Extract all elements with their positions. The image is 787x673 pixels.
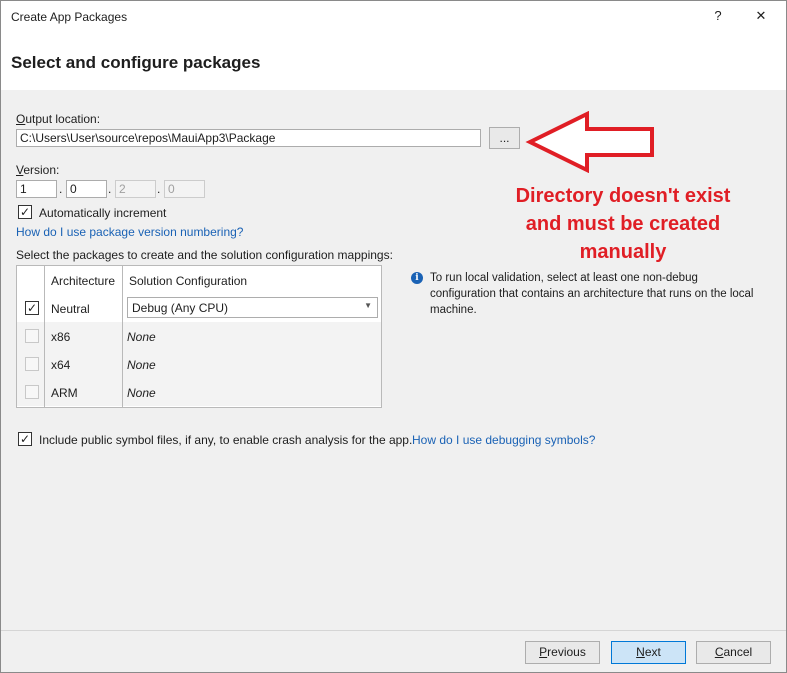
annotation-line: Directory doesn't exist xyxy=(515,185,731,207)
packages-label: Select the packages to create and the so… xyxy=(16,248,393,262)
help-icon[interactable]: ? xyxy=(703,5,733,27)
grid-divider xyxy=(122,266,123,407)
annotation-callout: Directory doesn't exist and must be crea… xyxy=(485,182,761,266)
include-symbols-checkbox[interactable]: ✓ xyxy=(18,432,32,446)
version-separator: . xyxy=(157,182,161,196)
version-label: Version: xyxy=(16,163,60,177)
version-revision-input: 0 xyxy=(164,180,205,198)
title-bar: Create App Packages ? ✕ xyxy=(1,1,786,32)
chevron-down-icon: ▼ xyxy=(364,301,372,310)
row-checkbox[interactable] xyxy=(25,357,39,371)
table-row: x86 None xyxy=(17,322,381,351)
auto-increment-checkbox[interactable]: ✓ xyxy=(18,205,32,219)
create-app-packages-dialog: Create App Packages ? ✕ Select and confi… xyxy=(0,0,787,673)
output-location-label: Output location: xyxy=(16,112,101,126)
previous-button[interactable]: Previous xyxy=(525,641,600,664)
auto-increment-label: Automatically increment xyxy=(39,206,167,220)
version-major-input[interactable]: 1 xyxy=(16,180,57,198)
next-button[interactable]: Next xyxy=(611,641,686,664)
content-area: Output location: C:\Users\User\source\re… xyxy=(1,90,786,630)
configuration-cell: None xyxy=(127,358,156,372)
column-header-architecture: Architecture xyxy=(51,274,116,288)
table-row: ✓ Neutral Debug (Any CPU) ▼ xyxy=(17,294,381,323)
configuration-cell: None xyxy=(127,386,156,400)
version-separator: . xyxy=(108,182,112,196)
configuration-cell: None xyxy=(127,330,156,344)
table-row: ARM None xyxy=(17,378,381,406)
grid-header-row: Architecture Solution Configuration xyxy=(17,266,381,295)
table-row: x64 None xyxy=(17,350,381,379)
row-checkbox[interactable] xyxy=(25,385,39,399)
page-title: Select and configure packages xyxy=(11,53,261,72)
row-checkbox[interactable]: ✓ xyxy=(25,301,39,315)
annotation-line: manually xyxy=(579,241,667,263)
architecture-cell: ARM xyxy=(51,386,78,400)
version-build-input: 2 xyxy=(115,180,156,198)
architecture-cell: x86 xyxy=(51,330,71,344)
architecture-cell: x64 xyxy=(51,358,71,372)
column-header-solution-configuration: Solution Configuration xyxy=(129,274,248,288)
cancel-button[interactable]: Cancel xyxy=(696,641,771,664)
debugging-symbols-help-link[interactable]: How do I use debugging symbols? xyxy=(412,433,595,447)
close-icon[interactable]: ✕ xyxy=(746,5,776,27)
window-title: Create App Packages xyxy=(11,10,128,24)
architecture-cell: Neutral xyxy=(51,302,90,316)
info-message: To run local validation, select at least… xyxy=(430,272,754,316)
arrow-left-icon xyxy=(525,111,654,173)
include-symbols-label: Include public symbol files, if any, to … xyxy=(39,433,413,447)
annotation-line: and must be created xyxy=(525,213,721,235)
row-checkbox[interactable] xyxy=(25,329,39,343)
packages-grid: Architecture Solution Configuration ✓ Ne… xyxy=(16,265,382,408)
info-icon: i xyxy=(411,272,423,284)
version-minor-input[interactable]: 0 xyxy=(66,180,107,198)
version-numbering-help-link[interactable]: How do I use package version numbering? xyxy=(16,225,243,239)
dropdown-value: Debug (Any CPU) xyxy=(132,301,229,315)
dialog-footer: Previous Next Cancel xyxy=(1,630,786,672)
grid-divider xyxy=(44,266,45,407)
browse-button[interactable]: ... xyxy=(489,127,520,149)
page-header: Select and configure packages xyxy=(1,32,786,90)
version-separator: . xyxy=(59,182,63,196)
solution-configuration-dropdown[interactable]: Debug (Any CPU) ▼ xyxy=(127,297,378,318)
output-location-input[interactable]: C:\Users\User\source\repos\MauiApp3\Pack… xyxy=(16,129,481,147)
